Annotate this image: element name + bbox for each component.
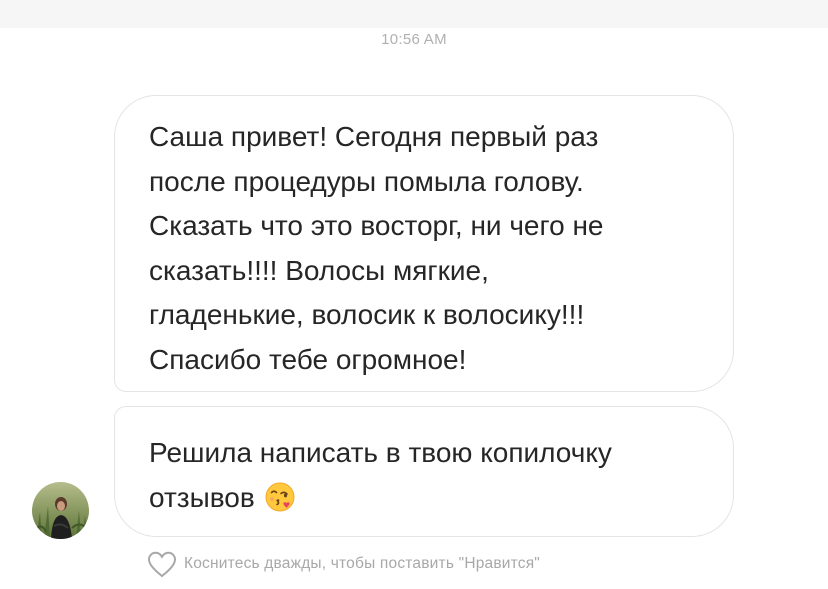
double-tap-like-hint: Коснитесь дважды, чтобы поставить "Нрави… (146, 550, 541, 578)
message-line: сказать!!!! Волосы мягкие, (149, 254, 489, 286)
message-line: отзывов (149, 481, 255, 513)
heart-icon[interactable] (146, 550, 178, 578)
like-hint-text: Коснитесь дважды, чтобы поставить "Нрави… (184, 555, 541, 572)
message-line-with-emoji: отзывов (149, 476, 703, 521)
message-line: после процедуры помыла голову. (149, 165, 584, 197)
message-bubble[interactable]: Саша привет! Сегодня первый раз после пр… (114, 95, 734, 392)
message-line: Решила написать в твою копилочку (149, 437, 612, 468)
chat-screen: 10:56 AM Саша привет! Сегодня первый раз… (0, 0, 828, 589)
message-line: Сказать что это восторг, ни чего не (149, 210, 604, 241)
sender-avatar[interactable] (32, 482, 89, 539)
message-timestamp: 10:56 AM (381, 31, 447, 48)
message-line: Саша привет! Сегодня первый раз (149, 121, 599, 152)
message-line: гладенькие, волосик к волосику!!! (149, 299, 585, 330)
face-throwing-kiss-icon (265, 481, 295, 511)
header-strip (0, 0, 828, 28)
message-bubble[interactable]: Решила написать в твою копилочку отзывов (114, 406, 734, 537)
message-line: Спасибо тебе огромное! (149, 343, 467, 375)
